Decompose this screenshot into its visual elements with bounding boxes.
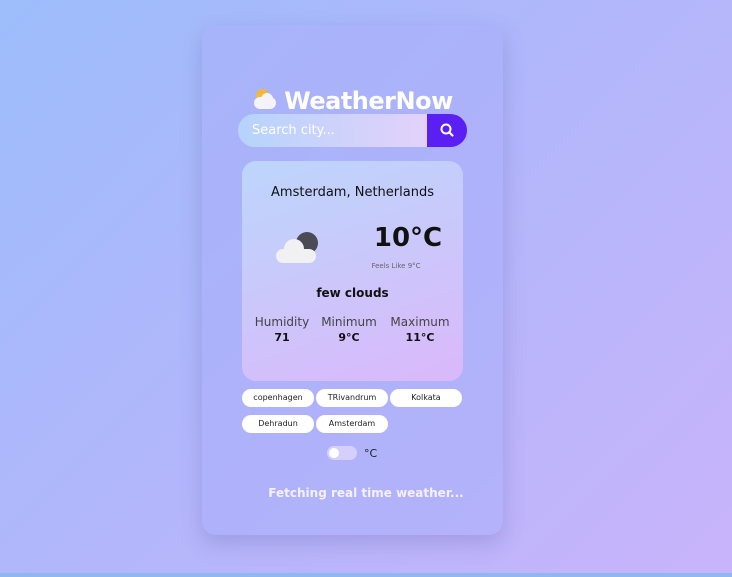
app-title: WeatherNow [202,87,503,115]
city-name: Amsterdam, Netherlands [271,185,434,200]
maximum-value: 11°C [405,331,435,344]
app-title-text: WeatherNow [284,87,453,115]
toggle-knob [329,448,339,458]
recent-city-chip[interactable]: Dehradun [242,415,314,433]
search-icon [440,123,454,137]
recent-city-chip[interactable]: TRivandrum [316,389,388,407]
search-input[interactable] [238,114,428,147]
cloud-with-moon-icon [274,230,322,266]
unit-label: °C [364,447,378,460]
current-weather-panel: Amsterdam, Netherlands 10°C Feels Like 9… [242,161,463,381]
maximum-label: Maximum [390,315,450,329]
recent-city-chip[interactable]: Kolkata [390,389,462,407]
maximum-stat: Maximum 11°C [385,315,455,344]
search-button[interactable] [427,114,467,147]
feels-like: Feels Like 9°C [371,262,421,270]
minimum-stat: Minimum 9°C [314,315,384,344]
unit-toggle[interactable] [327,446,357,460]
humidity-stat: Humidity 71 [247,315,317,344]
minimum-value: 9°C [338,331,360,344]
sun-behind-cloud-icon [252,89,278,111]
minimum-label: Minimum [321,315,377,329]
temperature: 10°C [373,223,443,253]
weather-description: few clouds [316,286,389,300]
humidity-label: Humidity [254,315,310,329]
bottom-strip [0,573,732,577]
recent-city-chip[interactable]: Amsterdam [316,415,388,433]
status-message: Fetching real time weather... [268,486,464,500]
humidity-value: 71 [274,331,290,344]
recent-city-chip[interactable]: copenhagen [242,389,314,407]
